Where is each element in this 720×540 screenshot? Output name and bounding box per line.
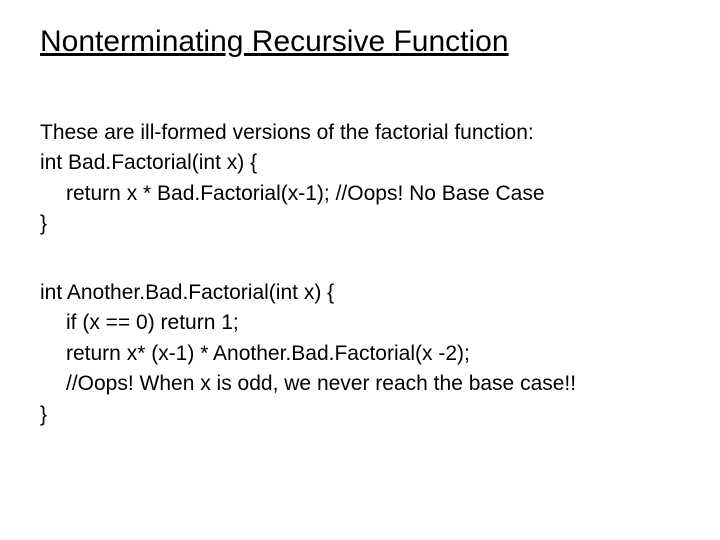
code-line: } (40, 400, 680, 430)
code-block-2: int Another.Bad.Factorial(int x) { if (x… (40, 278, 680, 430)
code-line: } (40, 209, 680, 239)
code-line: return x * Bad.Factorial(x-1); //Oops! N… (40, 179, 680, 209)
page-title: Nonterminating Recursive Function (40, 24, 680, 60)
code-block-1: These are ill-formed versions of the fac… (40, 118, 680, 240)
code-line: int Another.Bad.Factorial(int x) { (40, 278, 680, 308)
slide: Nonterminating Recursive Function These … (0, 0, 720, 540)
intro-text: These are ill-formed versions of the fac… (40, 118, 680, 148)
slide-body: These are ill-formed versions of the fac… (40, 118, 680, 430)
code-line: return x* (x-1) * Another.Bad.Factorial(… (40, 339, 680, 369)
code-line: int Bad.Factorial(int x) { (40, 148, 680, 178)
code-line: if (x == 0) return 1; (40, 308, 680, 338)
code-line: //Oops! When x is odd, we never reach th… (40, 369, 680, 399)
